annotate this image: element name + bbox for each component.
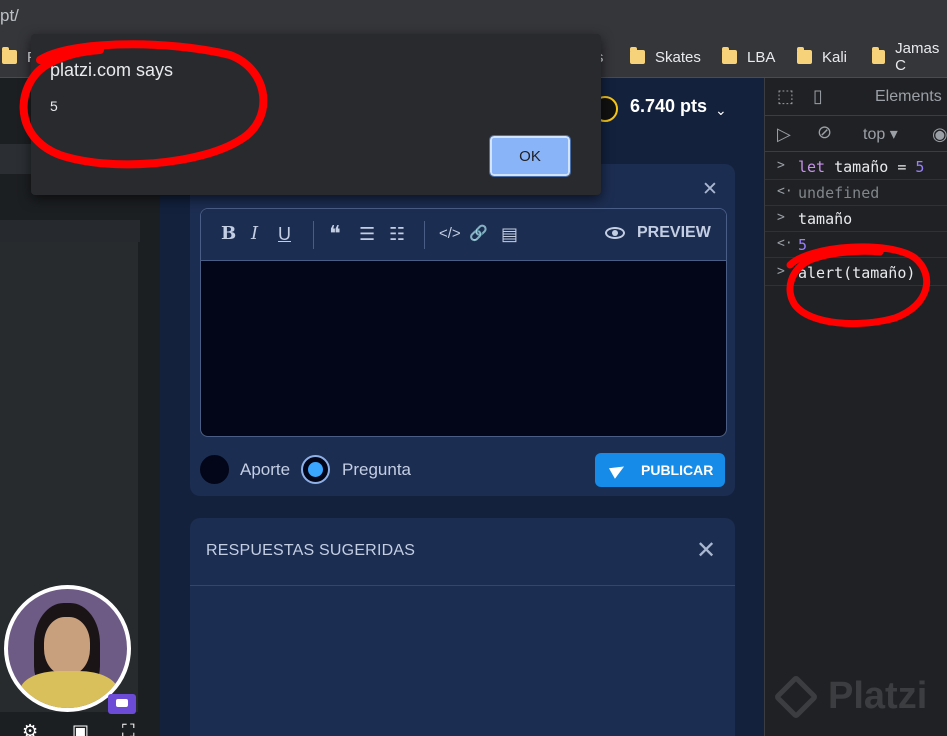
tab-elements[interactable]: Elements [875,88,942,106]
code-icon[interactable]: </> [439,223,461,245]
bold-icon[interactable]: B [221,223,236,245]
sidebar-toggle-icon[interactable]: ▷ [777,124,791,145]
console-line: > tamaño [765,206,947,232]
folder-icon [2,47,17,64]
devtools-tabbar: ⬚ ▯ Elements [765,78,947,116]
close-icon[interactable]: ✕ [702,178,718,201]
bookmark-skates[interactable]: Skates [630,46,701,68]
file-icon[interactable]: ▤ [501,223,518,245]
chat-icon[interactable] [108,694,136,714]
toolbar-divider [424,221,425,249]
publish-button[interactable]: PUBLICAR [595,453,725,487]
radio-pregunta[interactable] [301,455,330,484]
console-line: <· 5 [765,232,947,258]
eye-icon [605,227,625,239]
toolbar-divider [313,221,314,249]
rich-text-editor: B I U ❝ ☰ ☷ </> 🔗 ▤ PREVIEW [200,208,727,437]
console-input[interactable]: let tamaño = 5 [798,158,924,176]
avatar-face [44,617,90,675]
platzi-logo-icon [773,673,819,720]
alert-title: platzi.com says [50,60,174,80]
picture-in-picture-icon[interactable]: ▣ [72,722,89,736]
video-divider [0,220,140,242]
settings-gear-icon[interactable]: ⚙ [22,722,38,736]
eye-icon[interactable]: ◉ [932,124,947,145]
console-input[interactable]: tamaño [798,210,852,228]
radio-aporte[interactable] [200,455,229,484]
radio-pregunta-label: Pregunta [342,460,411,479]
console-line: > let tamaño = 5 [765,154,947,180]
alert-dialog: platzi.com says 5 OK [31,34,601,195]
editor-toolbar: B I U ❝ ☰ ☷ </> 🔗 ▤ PREVIEW [201,209,726,261]
bookmark-lba[interactable]: LBA [722,46,775,68]
bookmark-kali[interactable]: Kali [797,46,847,68]
send-icon [608,461,628,479]
comment-composer: ✕ B I U ❝ ☰ ☷ </> 🔗 ▤ PREVIEW Aporte Pre… [190,164,735,496]
device-toggle-icon[interactable]: ▯ [813,86,823,107]
screen: pt/ P ics Skates LBA Kali Jamas C ⚙ ▣ ⛶ … [0,0,947,736]
console-line: > alert(tamaño) [765,260,947,286]
link-icon[interactable]: 🔗 [469,223,488,245]
output-chevron-icon: <· [777,236,793,251]
number: 5 [915,158,925,176]
keyword: let [798,158,826,176]
close-icon[interactable]: ✕ [696,536,716,565]
devtools-panel: ⬚ ▯ Elements ▷ ⊘ top ▾ ◉ > let tamaño = … [764,78,947,736]
input-chevron-icon: > [777,264,785,279]
console-output: undefined [798,184,880,202]
chevron-down-icon[interactable]: ⌄ [715,102,727,119]
ok-button[interactable]: OK [489,135,571,177]
radio-aporte-label: Aporte [240,460,291,479]
points-counter[interactable]: 6.740 pts [630,96,707,117]
folder-icon [872,47,886,64]
folder-icon [630,47,645,64]
numbered-list-icon[interactable]: ☷ [389,223,405,245]
underline-icon[interactable]: U [278,223,291,245]
avatar-shirt [20,671,118,708]
console-toolbar: ▷ ⊘ top ▾ ◉ [765,116,947,152]
alert-message: 5 [50,98,58,114]
input-chevron-icon: > [777,158,785,173]
address-bar[interactable]: pt/ [0,0,947,34]
output-chevron-icon: <· [777,184,793,199]
console-input[interactable]: alert(tamaño) [798,264,915,282]
clear-console-icon[interactable]: ⊘ [817,122,832,143]
code: tamaño = [825,158,916,176]
folder-icon [722,47,737,64]
platzi-watermark: Platzi [773,673,927,720]
teacher-avatar[interactable] [4,585,131,712]
context-selector[interactable]: top ▾ [863,124,898,144]
suggested-answers-card: RESPUESTAS SUGERIDAS ✕ [190,518,735,736]
inspect-cursor-icon[interactable]: ⬚ [777,86,794,107]
suggested-answers-title: RESPUESTAS SUGERIDAS [206,542,416,559]
bulleted-list-icon[interactable]: ☰ [359,223,375,245]
console-output: 5 [798,236,808,254]
preview-button[interactable]: PREVIEW [605,224,711,242]
input-chevron-icon: > [777,210,785,225]
bookmark-jamas[interactable]: Jamas C [872,40,947,74]
quote-icon[interactable]: ❝ [329,223,341,245]
url-text: pt/ [0,6,19,25]
divider [190,585,735,586]
italic-icon[interactable]: I [251,223,258,245]
folder-icon [797,47,812,64]
console-line: <· undefined [765,180,947,206]
fullscreen-icon[interactable]: ⛶ [122,722,135,736]
